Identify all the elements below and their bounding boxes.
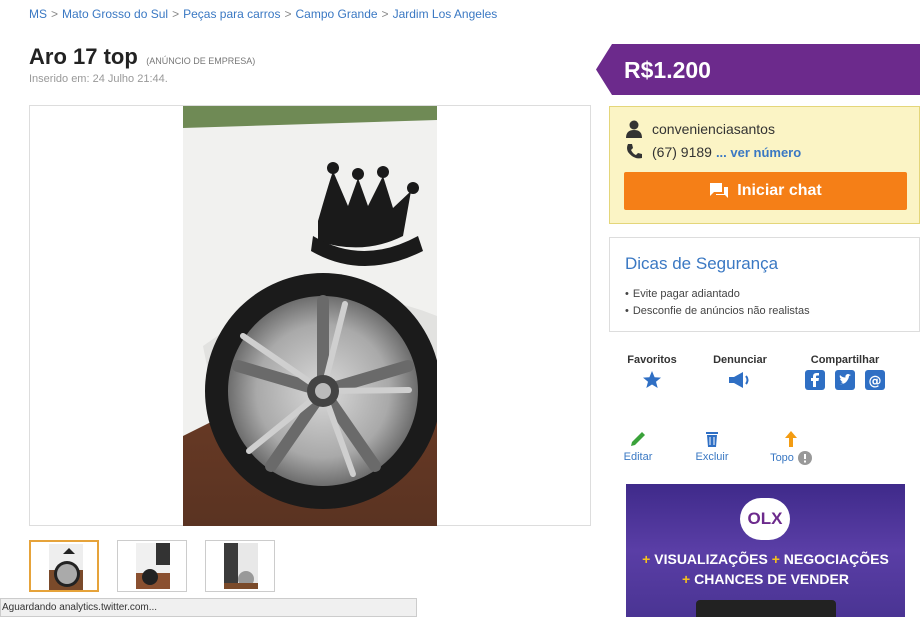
breadcrumb-item-city[interactable]: Campo Grande [296,7,378,21]
company-tag: (ANÚNCIO DE EMPRESA) [146,56,256,66]
chat-icon [710,183,729,198]
megaphone-icon [729,372,749,388]
seller-phone-row: (67) 9189 ... ver número [624,142,801,162]
ad-text-views: VISUALIZAÇÕES [654,551,768,567]
olx-logo: OLX [740,498,790,540]
report-label: Denunciar [713,354,767,366]
favorites-label: Favoritos [627,354,677,366]
thumbnail-image [136,543,170,589]
ad-line-2: + CHANCES DE VENDER [682,571,849,587]
inserted-date: Inserido em: 24 Julho 21:44. [29,73,168,85]
browser-status-bar: Aguardando analytics.twitter.com... [0,598,417,617]
share-label: Compartilhar [810,354,880,366]
ad-text-chances: CHANCES DE VENDER [694,571,849,587]
breadcrumb-separator: > [381,7,389,21]
breadcrumb: MS > Mato Grosso do Sul > Peças para carros >… [29,7,497,21]
phone-icon [627,144,642,159]
thumbnail-image [224,543,258,589]
seller-phone: (67) 9189 [652,144,712,160]
svg-text:@: @ [869,374,882,389]
edit-label: Editar [623,451,653,463]
olx-logo-text: OLX [747,509,783,528]
breadcrumb-item-category[interactable]: Peças para carros [183,7,280,21]
trash-icon [706,432,718,447]
olx-ad-banner[interactable]: OLX + VISUALIZAÇÕES + NEGOCIAÇÕES + CHAN… [626,484,905,617]
safety-tip: Evite pagar adiantado [625,286,810,303]
seller-box: convenienciasantos (67) 9189 ... ver núm… [609,106,920,224]
ad-text-negotiations: NEGOCIAÇÕES [783,551,889,567]
breadcrumb-item-state[interactable]: MS [29,7,47,21]
start-chat-button[interactable]: Iniciar chat [624,172,907,210]
top-action[interactable]: Topo [765,430,817,465]
pencil-icon [631,432,645,446]
breadcrumb-separator: > [172,7,180,21]
top-label: Topo [770,452,794,464]
thumbnail-image [49,544,83,590]
edit-action[interactable]: Editar [621,430,655,463]
share-action: Compartilhar @ [798,354,892,390]
main-photo-frame[interactable] [29,105,591,526]
ad-line-1: + VISUALIZAÇÕES + NEGOCIAÇÕES [642,551,889,567]
price-value: R$1.200 [624,57,711,83]
price-banner: R$1.200 [596,44,920,95]
listing-title: Aro 17 top [29,44,138,69]
show-number-link[interactable]: ... ver número [716,145,801,160]
report-action[interactable]: Denunciar [711,354,769,390]
email-icon[interactable]: @ [865,370,885,390]
favorites-action[interactable]: Favoritos [626,354,678,390]
thumbnail-3[interactable] [205,540,275,592]
user-icon [626,120,642,138]
arrow-up-icon [785,431,797,447]
facebook-icon[interactable] [805,370,825,390]
title-row: Aro 17 top (ANÚNCIO DE EMPRESA) [29,44,255,70]
safety-tips-box: Dicas de Segurança Evite pagar adiantado… [609,237,920,332]
breadcrumb-separator: > [51,7,59,21]
safety-tips-list: Evite pagar adiantado Desconfie de anúnc… [625,286,810,320]
safety-tips-title[interactable]: Dicas de Segurança [625,254,778,274]
delete-action[interactable]: Excluir [692,430,732,463]
start-chat-label: Iniciar chat [737,182,822,199]
breadcrumb-separator: > [284,7,292,21]
thumbnail-1[interactable] [29,540,99,592]
thumbnail-2[interactable] [117,540,187,592]
delete-label: Excluir [695,451,729,463]
star-icon [643,371,661,388]
info-icon[interactable] [797,451,812,465]
safety-tip: Desconfie de anúncios não realistas [625,303,810,320]
seller-name[interactable]: convenienciasantos [652,121,775,137]
ad-laptop-graphic [696,600,836,617]
seller-name-row: convenienciasantos [624,119,775,139]
breadcrumb-item-neighborhood[interactable]: Jardim Los Angeles [393,7,498,21]
breadcrumb-item-region[interactable]: Mato Grosso do Sul [62,7,168,21]
twitter-icon[interactable] [835,370,855,390]
main-photo[interactable] [183,106,437,526]
